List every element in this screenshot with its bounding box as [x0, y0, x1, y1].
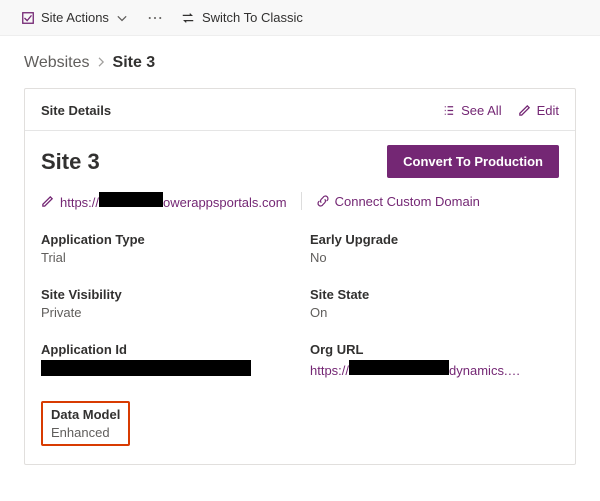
field-label: Application Id	[41, 342, 290, 357]
field-value: On	[310, 305, 559, 320]
site-url-prefix: https://	[60, 195, 99, 210]
field-site-state: Site State On	[310, 287, 559, 320]
switch-classic-button[interactable]: Switch To Classic	[181, 10, 303, 25]
card-title: Site Details	[41, 103, 111, 118]
vertical-divider	[301, 192, 302, 210]
field-data-model: Data Model Enhanced	[41, 401, 290, 446]
more-horizontal-icon	[148, 10, 163, 25]
field-application-id: Application Id	[41, 342, 290, 379]
field-value: Private	[41, 305, 290, 320]
field-value: https:// dynamics.…	[310, 360, 521, 378]
top-command-bar: Site Actions Switch To Classic	[0, 0, 600, 36]
site-url-suffix: owerappsportals.com	[163, 195, 287, 210]
convert-to-production-button[interactable]: Convert To Production	[387, 145, 559, 178]
pencil-icon	[518, 104, 532, 118]
field-value: Enhanced	[51, 425, 120, 440]
breadcrumb: Websites Site 3	[0, 36, 600, 88]
connect-custom-domain-button[interactable]: Connect Custom Domain	[316, 194, 480, 209]
field-label: Org URL	[310, 342, 559, 357]
breadcrumb-root[interactable]: Websites	[24, 54, 90, 72]
link-icon	[316, 194, 330, 208]
site-name-heading: Site 3	[41, 149, 100, 175]
field-application-type: Application Type Trial	[41, 232, 290, 265]
switch-arrows-icon	[181, 10, 196, 25]
edit-button[interactable]: Edit	[518, 103, 559, 118]
field-label: Application Type	[41, 232, 290, 247]
org-url-link[interactable]: https:// dynamics.…	[310, 360, 521, 378]
switch-classic-label: Switch To Classic	[202, 10, 303, 25]
redacted-block	[349, 360, 449, 375]
card-header: Site Details See All Edit	[25, 89, 575, 131]
org-url-suffix: dynamics.…	[449, 363, 521, 378]
field-value	[41, 360, 290, 379]
redacted-block	[99, 192, 163, 207]
site-actions-menu[interactable]: Site Actions	[20, 10, 130, 25]
more-actions-button[interactable]	[148, 10, 163, 25]
chevron-right-icon	[98, 54, 105, 72]
edit-url-button[interactable]	[41, 195, 54, 208]
field-site-visibility: Site Visibility Private	[41, 287, 290, 320]
site-details-card: Site Details See All Edit Site 3 Convert…	[24, 88, 576, 465]
field-value: Trial	[41, 250, 290, 265]
field-label: Site State	[310, 287, 559, 302]
site-actions-label: Site Actions	[41, 10, 109, 25]
see-all-button[interactable]: See All	[442, 103, 501, 118]
field-label: Data Model	[51, 407, 120, 422]
chevron-down-icon	[115, 10, 130, 25]
list-icon	[442, 104, 456, 118]
breadcrumb-current: Site 3	[113, 54, 156, 72]
site-actions-icon	[20, 10, 35, 25]
see-all-label: See All	[461, 103, 501, 118]
edit-label: Edit	[537, 103, 559, 118]
field-label: Early Upgrade	[310, 232, 559, 247]
field-label: Site Visibility	[41, 287, 290, 302]
org-url-prefix: https://	[310, 363, 349, 378]
connect-custom-domain-label: Connect Custom Domain	[335, 194, 480, 209]
field-early-upgrade: Early Upgrade No	[310, 232, 559, 265]
site-url-link[interactable]: https:// owerappsportals.com	[60, 192, 287, 210]
field-org-url: Org URL https:// dynamics.…	[310, 342, 559, 379]
field-value: No	[310, 250, 559, 265]
card-body: Site 3 Convert To Production https:// owe…	[25, 131, 575, 464]
